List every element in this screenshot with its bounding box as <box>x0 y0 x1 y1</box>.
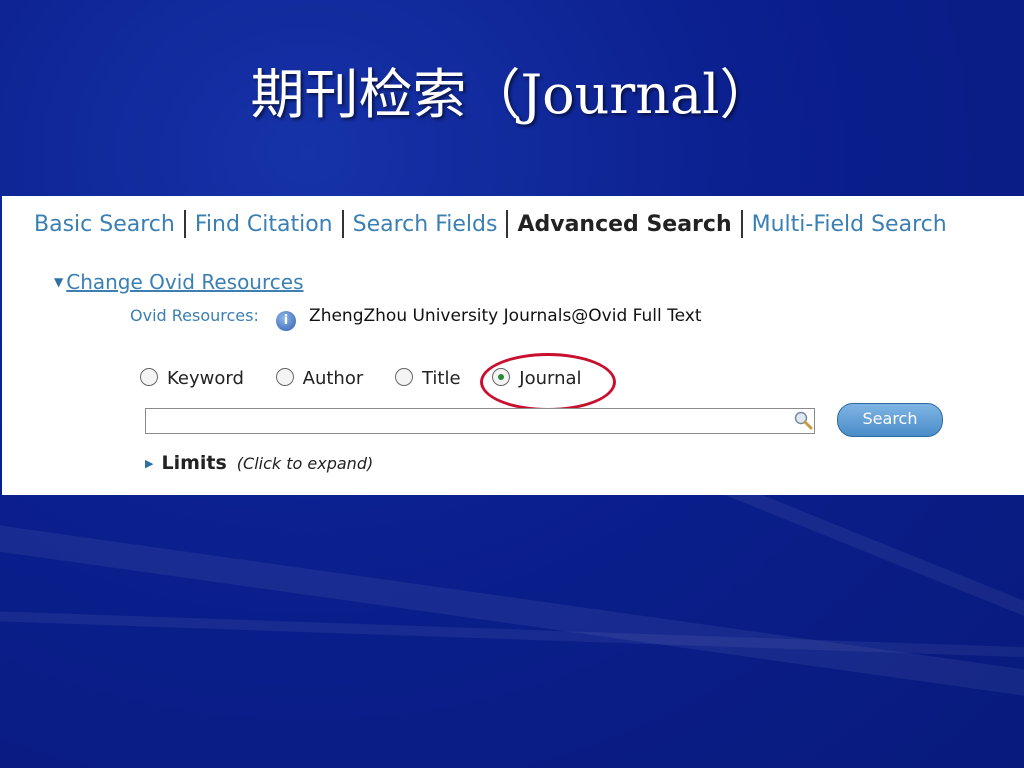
magnifier-icon[interactable] <box>793 410 813 430</box>
radio-button[interactable] <box>275 368 294 386</box>
limits-expander[interactable]: ▶ Limits (Click to expand) <box>145 452 373 474</box>
tab-divider <box>506 210 509 238</box>
triangle-down-icon: ▼ <box>54 275 64 289</box>
tab-basic-search[interactable]: Basic Search <box>34 212 175 237</box>
limits-hint: (Click to expand) <box>236 454 374 473</box>
search-button[interactable]: Search <box>837 403 943 437</box>
radio-title[interactable]: Title <box>394 368 461 389</box>
radio-author-label: Author <box>302 368 364 389</box>
resources-value: ZhengZhou University Journals@Ovid Full … <box>309 306 702 326</box>
triangle-right-icon: ▶ <box>145 457 154 470</box>
tab-divider <box>341 210 344 238</box>
radio-button[interactable] <box>394 368 413 386</box>
radio-keyword-label: Keyword <box>167 368 244 389</box>
radio-button[interactable] <box>140 368 158 386</box>
highlight-annotation-ring <box>480 353 616 411</box>
radio-author[interactable]: Author <box>275 368 364 389</box>
tab-find-citation[interactable]: Find Citation <box>195 212 333 237</box>
tab-divider <box>183 210 186 238</box>
search-input[interactable] <box>145 408 815 434</box>
radio-title-label: Title <box>421 368 461 389</box>
tab-search-fields[interactable]: Search Fields <box>353 212 498 237</box>
search-panel: Basic Search Find Citation Search Fields Ad… <box>2 196 1024 495</box>
change-resources[interactable]: ▼ Change Ovid Resources <box>54 270 304 294</box>
tab-divider <box>740 210 743 238</box>
change-resources-link[interactable]: Change Ovid Resources <box>66 270 303 294</box>
info-icon[interactable]: i <box>275 311 296 331</box>
resources-label: Ovid Resources: <box>130 306 259 325</box>
radio-keyword[interactable]: Keyword <box>140 368 244 389</box>
tab-multi-field-search[interactable]: Multi-Field Search <box>752 212 947 237</box>
limits-label: Limits <box>161 452 227 474</box>
tab-advanced-search[interactable]: Advanced Search <box>517 212 731 237</box>
search-tabs: Basic Search Find Citation Search Fields Ad… <box>34 210 947 238</box>
slide-title: 期刊检索（Journal） <box>250 63 774 126</box>
resources-line: Ovid Resources: i ZhengZhou University J… <box>130 306 702 331</box>
